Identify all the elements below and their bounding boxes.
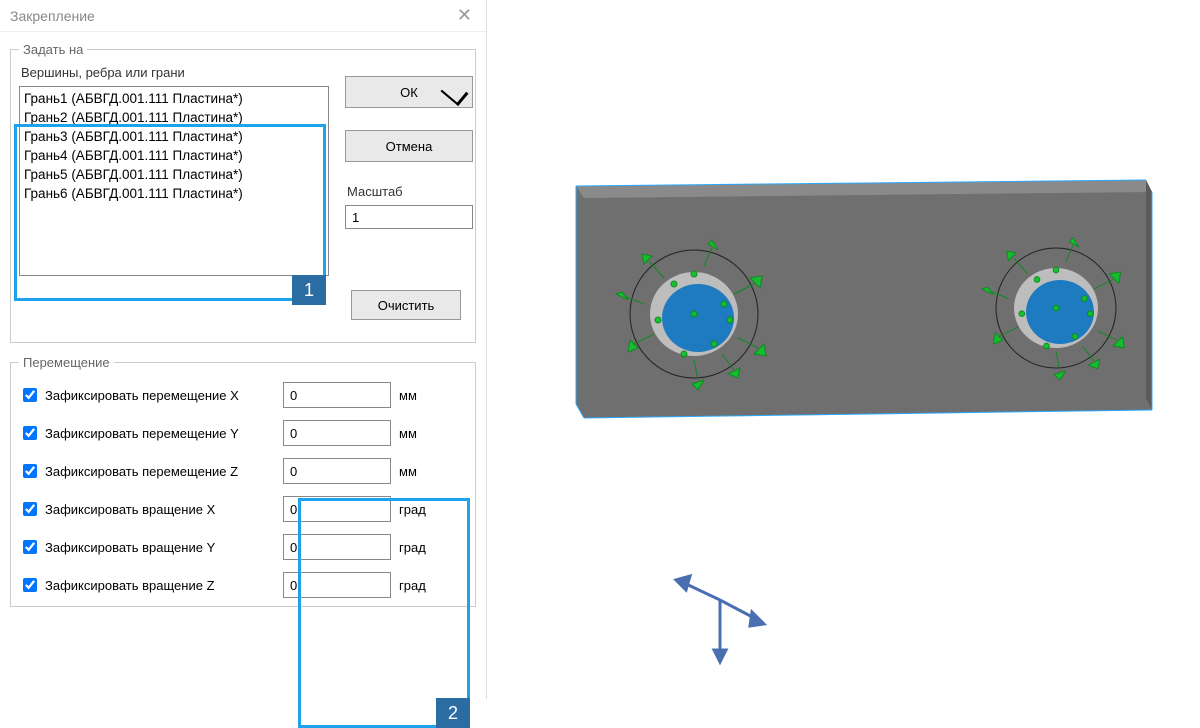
clear-button[interactable]: Очистить	[351, 290, 461, 320]
fix-move-z-input[interactable]	[283, 458, 391, 484]
close-icon[interactable]: ✕	[451, 5, 478, 26]
fix-move-y-checkbox[interactable]	[23, 426, 37, 440]
unit-label: мм	[399, 388, 439, 403]
faces-listbox[interactable]: Грань1 (АБВГД.001.111 Пластина*) Грань2 …	[19, 86, 329, 276]
dialog-title: Закрепление	[10, 8, 95, 24]
fix-rot-z-checkbox[interactable]	[23, 578, 37, 592]
fix-rot-y-checkbox[interactable]	[23, 540, 37, 554]
fix-rot-x-checkbox[interactable]	[23, 502, 37, 516]
movement-row: Зафиксировать вращение X град	[19, 490, 467, 528]
plate-model	[570, 180, 1152, 420]
scale-input[interactable]	[345, 205, 473, 229]
fix-rot-x-label: Зафиксировать вращение X	[45, 502, 283, 517]
group-movement-legend: Перемещение	[19, 355, 114, 370]
fix-rot-z-input[interactable]	[283, 572, 391, 598]
unit-label: мм	[399, 426, 439, 441]
list-item[interactable]: Грань3 (АБВГД.001.111 Пластина*)	[24, 127, 324, 146]
fix-move-x-input[interactable]	[283, 382, 391, 408]
fix-rot-z-label: Зафиксировать вращение Z	[45, 578, 283, 593]
constraint-dialog: Закрепление ✕ Задать на Вершины, ребра и…	[0, 0, 487, 699]
unit-label: град	[399, 578, 439, 593]
list-item[interactable]: Грань1 (АБВГД.001.111 Пластина*)	[24, 89, 324, 108]
list-item[interactable]: Грань6 (АБВГД.001.111 Пластина*)	[24, 184, 324, 203]
movement-row: Зафиксировать перемещение Y мм	[19, 414, 467, 452]
fix-rot-y-input[interactable]	[283, 534, 391, 560]
fix-move-y-input[interactable]	[283, 420, 391, 446]
fix-move-x-checkbox[interactable]	[23, 388, 37, 402]
ok-button[interactable]: ОК	[345, 76, 473, 108]
group-apply-on-legend: Задать на	[19, 42, 87, 57]
unit-label: мм	[399, 464, 439, 479]
group-movement: Перемещение Зафиксировать перемещение X …	[10, 355, 476, 607]
fix-move-z-checkbox[interactable]	[23, 464, 37, 478]
movement-row: Зафиксировать вращение Z град	[19, 566, 467, 604]
fix-rot-y-label: Зафиксировать вращение Y	[45, 540, 283, 555]
list-item[interactable]: Грань5 (АБВГД.001.111 Пластина*)	[24, 165, 324, 184]
list-item[interactable]: Грань2 (АБВГД.001.111 Пластина*)	[24, 108, 324, 127]
axis-triad-icon	[670, 560, 790, 680]
movement-row: Зафиксировать вращение Y град	[19, 528, 467, 566]
unit-label: град	[399, 540, 439, 555]
fix-move-z-label: Зафиксировать перемещение Z	[45, 464, 283, 479]
fix-move-x-label: Зафиксировать перемещение X	[45, 388, 283, 403]
movement-row: Зафиксировать перемещение X мм	[19, 376, 467, 414]
fix-rot-x-input[interactable]	[283, 496, 391, 522]
3d-viewport[interactable]	[490, 0, 1200, 699]
unit-label: град	[399, 502, 439, 517]
annotation-badge-1: 1	[292, 275, 326, 305]
cancel-button[interactable]: Отмена	[345, 130, 473, 162]
scale-label: Масштаб	[347, 184, 475, 199]
list-item[interactable]: Грань4 (АБВГД.001.111 Пластина*)	[24, 146, 324, 165]
movement-row: Зафиксировать перемещение Z мм	[19, 452, 467, 490]
dialog-titlebar: Закрепление ✕	[0, 0, 486, 32]
annotation-badge-2: 2	[436, 698, 470, 728]
fix-move-y-label: Зафиксировать перемещение Y	[45, 426, 283, 441]
